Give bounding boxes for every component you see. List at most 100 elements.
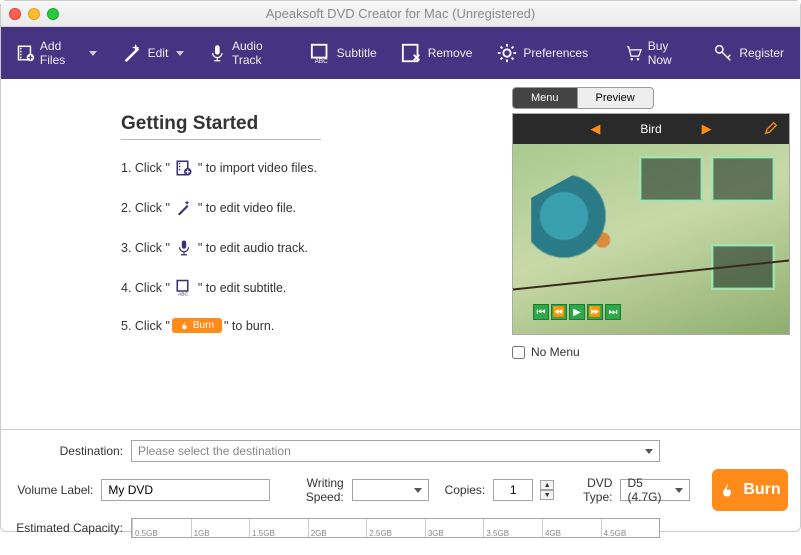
step-text: 2. Click " xyxy=(121,201,170,215)
burn-mini-label: Burn xyxy=(193,320,214,331)
destination-label: Destination: xyxy=(13,444,123,458)
destination-placeholder: Please select the destination xyxy=(138,444,291,458)
titlebar: Apeaksoft DVD Creator for Mac (Unregiste… xyxy=(1,1,800,27)
copies-label: Copies: xyxy=(445,483,486,497)
tick-label: 1.5GB xyxy=(252,529,275,538)
flame-icon xyxy=(180,321,189,330)
skip-back-icon[interactable]: ⏮ xyxy=(533,304,549,320)
tab-menu[interactable]: Menu xyxy=(512,87,578,109)
copies-up-button[interactable]: ▲ xyxy=(540,480,554,490)
tick-label: 1GB xyxy=(194,529,210,538)
buy-now-label: Buy Now xyxy=(648,39,689,67)
dvd-type-label: DVD Type: xyxy=(570,476,612,504)
audio-track-button[interactable]: Audio Track xyxy=(202,35,291,71)
getting-started-panel: Getting Started 1. Click " " to import v… xyxy=(1,79,512,429)
menu-frame-2 xyxy=(711,156,775,202)
no-menu-checkbox[interactable] xyxy=(512,346,525,359)
destination-select[interactable]: Please select the destination xyxy=(131,440,660,462)
step-text: " to edit subtitle. xyxy=(198,281,287,295)
copies-down-button[interactable]: ▼ xyxy=(540,490,554,500)
menu-prev-button[interactable]: ◀ xyxy=(590,121,600,137)
cart-icon xyxy=(624,42,643,64)
writing-speed-label: Writing Speed: xyxy=(286,476,343,504)
step-text: 5. Click " xyxy=(121,319,170,333)
flame-icon xyxy=(719,482,735,498)
gear-icon xyxy=(496,42,518,64)
step-4: 4. Click " ABC " to edit subtitle. xyxy=(121,278,492,298)
menu-thumbnail[interactable]: ⏮ ⏪ ▶ ⏩ ⏭ xyxy=(513,144,789,334)
capacity-label: Estimated Capacity: xyxy=(13,521,123,535)
svg-text:ABC: ABC xyxy=(178,292,188,298)
chevron-down-icon xyxy=(675,488,683,493)
getting-started-heading: Getting Started xyxy=(121,113,492,135)
copies-stepper: ▲ ▼ xyxy=(540,480,554,500)
preview-tabs: Menu Preview xyxy=(512,87,790,109)
step-text: 1. Click " xyxy=(121,161,170,175)
tick-label: 2GB xyxy=(311,529,327,538)
remove-label: Remove xyxy=(428,46,473,60)
skip-fwd-icon[interactable]: ⏭ xyxy=(605,304,621,320)
step-text: 3. Click " xyxy=(121,241,170,255)
edit-label: Edit xyxy=(148,46,169,60)
menu-frame-3 xyxy=(711,244,775,290)
step-2: 2. Click " " to edit video file. xyxy=(121,198,492,218)
tick-label: 3.5GB xyxy=(486,529,509,538)
main-area: Getting Started 1. Click " " to import v… xyxy=(1,79,800,429)
volume-label-input[interactable] xyxy=(101,479,270,501)
menu-title: Bird xyxy=(640,122,661,136)
burn-button[interactable]: Burn xyxy=(712,469,788,511)
magic-wand-icon xyxy=(121,42,143,64)
dvd-type-value: D5 (4.7G) xyxy=(627,476,675,504)
rewind-icon[interactable]: ⏪ xyxy=(551,304,567,320)
no-menu-checkbox-row[interactable]: No Menu xyxy=(512,345,790,359)
dvd-type-select[interactable]: D5 (4.7G) xyxy=(620,479,690,501)
step-text: " to burn. xyxy=(224,319,274,333)
forward-icon[interactable]: ⏩ xyxy=(587,304,603,320)
audio-track-label: Audio Track xyxy=(232,39,286,67)
tick-label: 4GB xyxy=(545,529,561,538)
dropdown-icon xyxy=(176,51,184,56)
step-text: " to import video files. xyxy=(198,161,317,175)
chevron-down-icon xyxy=(414,488,422,493)
playback-controls: ⏮ ⏪ ▶ ⏩ ⏭ xyxy=(533,304,621,320)
play-icon[interactable]: ▶ xyxy=(569,304,585,320)
window-title: Apeaksoft DVD Creator for Mac (Unregiste… xyxy=(1,6,800,21)
add-files-button[interactable]: Add Files xyxy=(11,35,103,71)
subtitle-label: Subtitle xyxy=(337,46,377,60)
svg-text:ABC: ABC xyxy=(314,58,328,64)
menu-edit-button[interactable] xyxy=(763,120,779,139)
bottom-form: Destination: Please select the destinati… xyxy=(1,429,800,555)
dropdown-icon xyxy=(89,51,97,56)
tick-label: 3GB xyxy=(428,529,444,538)
step-text: " to edit audio track. xyxy=(198,241,308,255)
step-3: 3. Click " " to edit audio track. xyxy=(121,238,492,258)
capacity-bar: 0.5GB 1GB 1.5GB 2GB 2.5GB 3GB 3.5GB 4GB … xyxy=(131,518,660,538)
menu-preview-box: ◀ Bird ▶ ⏮ ⏪ ▶ ⏩ ⏭ xyxy=(512,113,790,335)
add-files-label: Add Files xyxy=(40,39,81,67)
toolbar: Add Files Edit Audio Track ABC Subtitle … xyxy=(1,27,800,79)
step-5: 5. Click " Burn " to burn. xyxy=(121,318,492,333)
writing-speed-select[interactable] xyxy=(352,479,429,501)
register-button[interactable]: Register xyxy=(706,38,790,68)
step-text: 4. Click " xyxy=(121,281,170,295)
buy-now-button[interactable]: Buy Now xyxy=(618,35,694,71)
menu-next-button[interactable]: ▶ xyxy=(702,121,712,137)
subtitle-button[interactable]: ABC Subtitle xyxy=(304,38,383,68)
menu-frame-1 xyxy=(639,156,703,202)
preferences-button[interactable]: Preferences xyxy=(490,38,594,68)
step-1: 1. Click " " to import video files. xyxy=(121,158,492,178)
filmstrip-remove-icon xyxy=(401,42,423,64)
copies-input[interactable] xyxy=(493,479,533,501)
step-text: " to edit video file. xyxy=(198,201,296,215)
divider xyxy=(121,139,321,140)
magic-wand-icon xyxy=(172,198,196,218)
remove-button[interactable]: Remove xyxy=(395,38,479,68)
tab-preview[interactable]: Preview xyxy=(578,87,654,109)
key-icon xyxy=(712,42,734,64)
filmstrip-plus-icon xyxy=(17,42,35,64)
subtitle-icon: ABC xyxy=(310,42,332,64)
edit-button[interactable]: Edit xyxy=(115,38,191,68)
burn-label: Burn xyxy=(743,481,780,499)
chevron-down-icon xyxy=(645,449,653,454)
menu-nav-bar: ◀ Bird ▶ xyxy=(513,114,789,144)
